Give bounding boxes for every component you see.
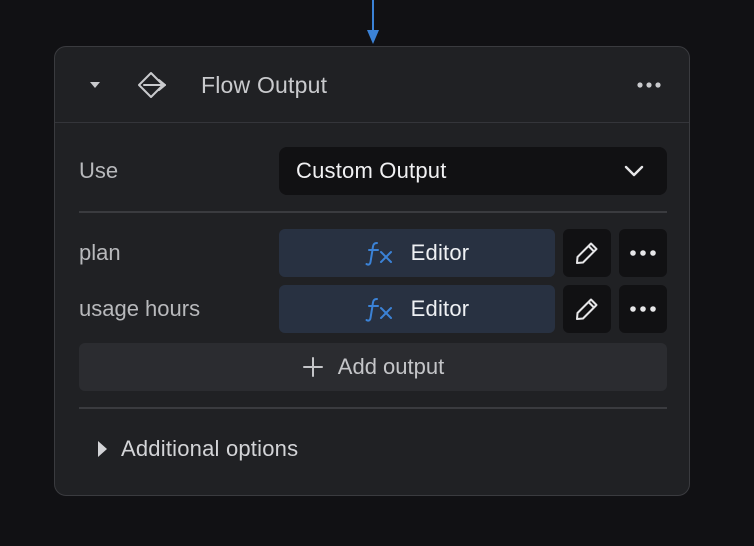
use-select-value: Custom Output	[296, 158, 447, 183]
pencil-icon	[576, 298, 598, 320]
more-button-usage-hours[interactable]	[619, 285, 667, 333]
more-button-plan[interactable]	[619, 229, 667, 277]
flow-output-node[interactable]: Flow Output Use Custom Output plan Edito…	[54, 46, 690, 496]
more-horizontal-icon	[630, 306, 656, 312]
node-header: Flow Output	[55, 47, 689, 123]
additional-options-toggle[interactable]: Additional options	[95, 433, 298, 465]
output-name-plan: plan	[79, 240, 121, 265]
more-horizontal-icon	[630, 250, 656, 256]
caret-down-icon[interactable]	[85, 75, 105, 95]
chevron-down-icon	[624, 165, 644, 177]
plus-icon	[302, 357, 323, 377]
additional-options-label: Additional options	[121, 436, 299, 461]
editor-label: Editor	[410, 296, 470, 321]
flow-output-icon	[138, 72, 166, 98]
add-output-label: Add output	[337, 354, 445, 379]
more-horizontal-icon[interactable]	[635, 73, 663, 97]
divider	[79, 407, 667, 409]
editor-button-usage-hours[interactable]: Editor	[279, 285, 555, 333]
editor-button-plan[interactable]: Editor	[279, 229, 555, 277]
use-label: Use	[79, 158, 119, 183]
add-output-button[interactable]: Add output	[79, 343, 667, 391]
output-name-usage-hours: usage hours	[79, 296, 201, 321]
function-fx-icon	[365, 242, 392, 266]
function-fx-icon	[365, 298, 392, 322]
incoming-connector-arrow	[367, 0, 379, 44]
pencil-icon	[576, 242, 598, 264]
edit-button-plan[interactable]	[563, 229, 611, 277]
divider	[79, 211, 667, 213]
caret-right-icon	[98, 441, 107, 457]
edit-button-usage-hours[interactable]	[563, 285, 611, 333]
canvas: Flow Output Use Custom Output plan Edito…	[0, 0, 754, 546]
node-title: Flow Output	[201, 72, 328, 98]
use-select[interactable]: Custom Output	[279, 147, 667, 195]
editor-label: Editor	[410, 240, 470, 265]
